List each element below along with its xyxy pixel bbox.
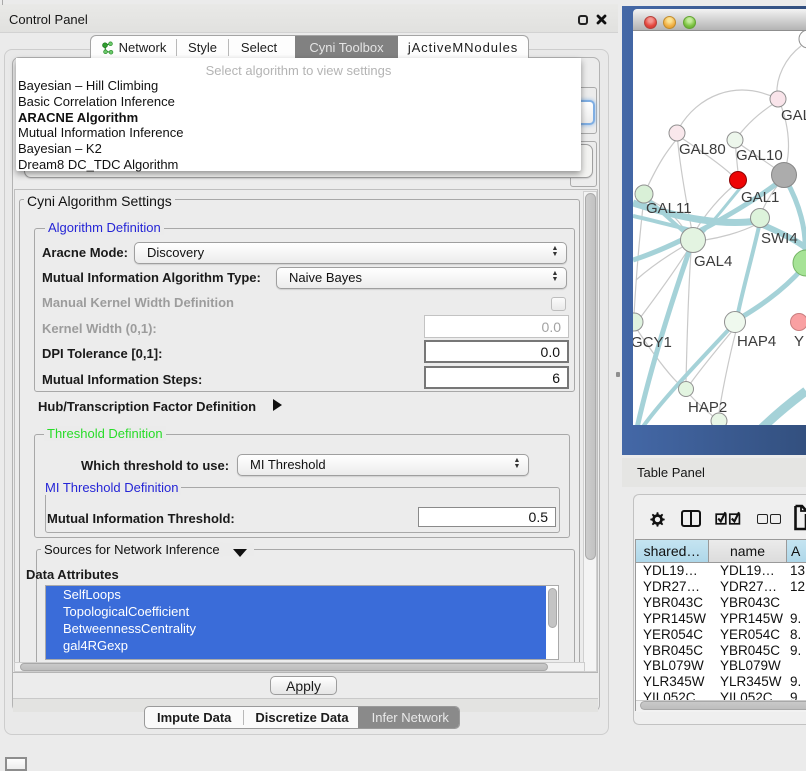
svg-text:Y: Y	[794, 333, 804, 350]
svg-text:GAL1: GAL1	[741, 189, 779, 206]
svg-text:GAL: GAL	[781, 107, 806, 124]
svg-text:SWI4: SWI4	[761, 230, 798, 247]
svg-text:GCY1: GCY1	[633, 334, 672, 351]
svg-text:GAL11: GAL11	[646, 200, 692, 217]
svg-text:GAL4: GAL4	[694, 253, 732, 270]
svg-text:GAL10: GAL10	[736, 147, 783, 164]
svg-text:GAL80: GAL80	[679, 141, 726, 158]
svg-text:HAP2: HAP2	[688, 399, 727, 416]
svg-text:HAP4: HAP4	[737, 333, 776, 350]
